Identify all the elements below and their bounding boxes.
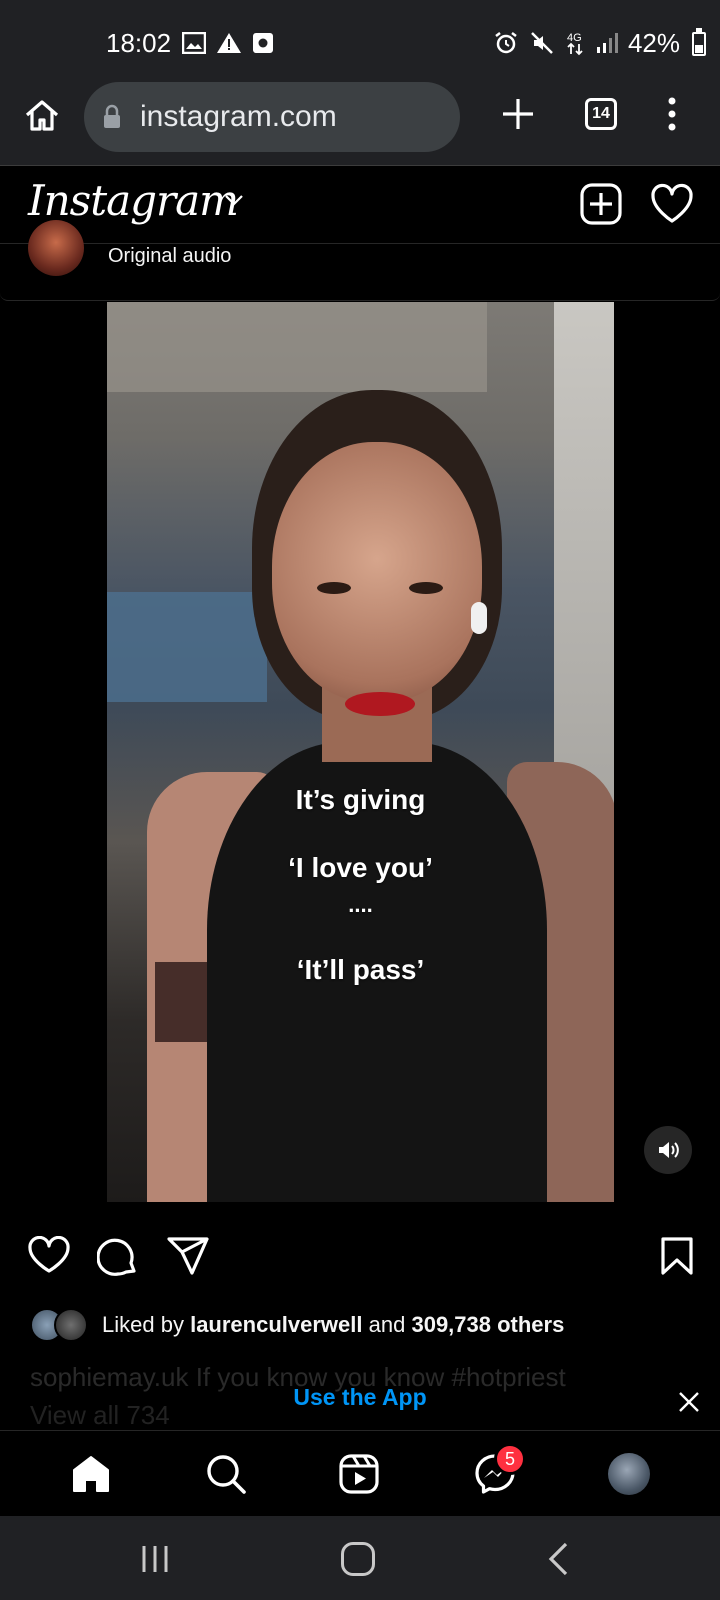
- alarm-icon: [495, 32, 517, 54]
- messenger-badge: 5: [494, 1443, 526, 1475]
- audio-label[interactable]: Original audio: [108, 245, 231, 268]
- like-icon[interactable]: [28, 1236, 70, 1274]
- video-frame-face: [272, 442, 482, 702]
- recent-apps-icon[interactable]: [140, 1544, 170, 1574]
- video-frame-poster: [107, 302, 487, 392]
- video-caption-line: ‘It’ll pass’: [296, 954, 425, 985]
- system-navigation-bar: [0, 1516, 720, 1600]
- instagram-logo[interactable]: Instagram: [28, 176, 239, 225]
- liked-by-user[interactable]: laurenculverwell: [190, 1312, 362, 1337]
- speaker-icon: [659, 1142, 679, 1158]
- video-frame-eye: [317, 582, 351, 594]
- home-icon[interactable]: [70, 1453, 112, 1495]
- video-frame-earbud: [471, 602, 487, 634]
- battery-icon: [692, 28, 706, 56]
- back-icon[interactable]: [546, 1542, 570, 1576]
- avatar: [54, 1308, 88, 1342]
- status-icons-right: 4G: [494, 30, 620, 56]
- new-tab-icon[interactable]: [500, 96, 536, 132]
- profile-avatar[interactable]: [608, 1453, 650, 1495]
- likes-prefix: Liked by: [102, 1312, 184, 1337]
- battery-percent: 42%: [627, 28, 680, 58]
- likes-row[interactable]: Liked by laurenculverwell and 309,738 ot…: [30, 1308, 710, 1342]
- post-header: Original audio: [0, 220, 720, 301]
- volume-toggle-button[interactable]: [644, 1126, 692, 1174]
- heart-icon[interactable]: [650, 183, 694, 225]
- more-menu-icon[interactable]: [662, 96, 682, 132]
- likes-text: Liked by laurenculverwell and 309,738 ot…: [102, 1312, 564, 1338]
- instagram-bottom-nav: 5: [0, 1430, 720, 1516]
- close-icon[interactable]: [677, 1390, 701, 1414]
- search-icon[interactable]: [205, 1453, 247, 1495]
- video-frame-eye: [409, 582, 443, 594]
- new-post-icon[interactable]: [580, 183, 622, 225]
- signal-icon: [597, 33, 618, 53]
- video-caption-line: ‘I love you’: [288, 852, 433, 883]
- tab-switcher-button[interactable]: 14: [585, 98, 617, 130]
- comment-icon[interactable]: [97, 1236, 139, 1278]
- instagram-header: Instagram: [0, 166, 720, 244]
- url-text: instagram.com: [140, 100, 337, 133]
- address-bar[interactable]: instagram.com: [84, 82, 460, 152]
- video-caption-line: It’s giving: [295, 784, 426, 815]
- lock-icon: [104, 104, 120, 128]
- status-bar: 18:02 4G 42%: [0, 0, 720, 80]
- avatar[interactable]: [28, 220, 84, 276]
- svg-text:4G: 4G: [567, 32, 582, 44]
- video-caption-line: ....: [348, 892, 373, 917]
- system-home-button[interactable]: [341, 1542, 375, 1576]
- video-player[interactable]: It’s giving ‘I love you’ .... ‘It’ll pas…: [107, 302, 614, 1202]
- status-icons-left: [182, 32, 274, 54]
- bookmark-icon[interactable]: [660, 1236, 694, 1276]
- image-icon: [182, 32, 206, 54]
- record-icon: [253, 33, 273, 53]
- use-app-link[interactable]: Use the App: [0, 1384, 720, 1411]
- status-time: 18:02: [106, 28, 172, 58]
- warning-icon: [217, 33, 241, 53]
- data-icon: 4G: [567, 32, 583, 56]
- post-actions: [0, 1232, 720, 1292]
- mute-icon: [531, 32, 553, 54]
- likes-middle: and: [368, 1312, 406, 1337]
- likes-count[interactable]: 309,738 others: [411, 1312, 564, 1337]
- reels-icon[interactable]: [338, 1453, 380, 1495]
- chevron-down-icon[interactable]: [222, 188, 246, 212]
- video-frame-lips: [345, 692, 415, 716]
- home-icon[interactable]: [22, 96, 62, 136]
- video-frame-background: [107, 592, 267, 702]
- browser-toolbar: instagram.com 14: [0, 80, 720, 166]
- share-icon[interactable]: [166, 1236, 210, 1276]
